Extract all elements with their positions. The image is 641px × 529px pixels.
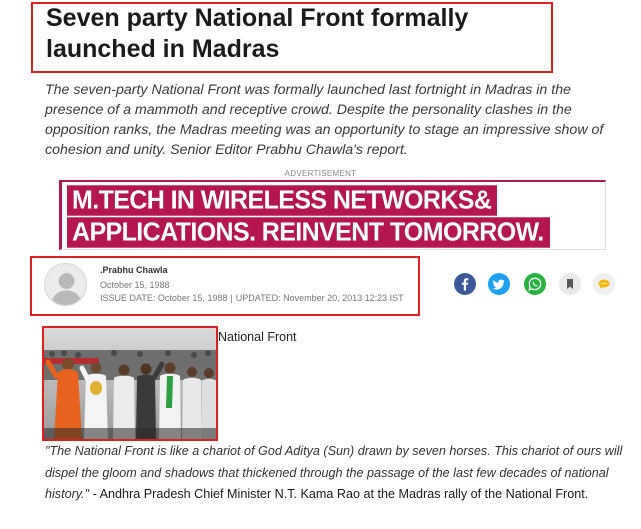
whatsapp-share-button[interactable]	[524, 273, 546, 295]
facebook-share-button[interactable]	[454, 273, 476, 295]
article-quote: "The National Front is like a chariot of…	[45, 441, 633, 506]
updated-date: UPDATED: November 20, 2013 12:23 IST	[235, 293, 404, 303]
twitter-share-button[interactable]	[488, 273, 510, 295]
comment-button[interactable]	[593, 273, 615, 295]
bookmark-button[interactable]	[559, 273, 581, 295]
article-summary: The seven-party National Front was forma…	[45, 82, 604, 158]
ad-line-1: M.TECH IN WIRELESS NETWORKS&	[67, 185, 498, 216]
issue-date: ISSUE DATE: October 15, 1988	[100, 293, 228, 303]
bookmark-icon	[567, 279, 573, 289]
photo-caption: National Front	[218, 330, 297, 344]
comment-icon	[598, 279, 610, 289]
meta-separator: |	[230, 293, 233, 303]
article-photo[interactable]	[42, 326, 218, 441]
ad-line-2: APPLICATIONS. REINVENT TOMORROW.	[67, 217, 550, 248]
rally-photo-image	[44, 328, 216, 439]
author-issue-info: ISSUE DATE: October 15, 1988 | UPDATED: No…	[100, 293, 404, 303]
advertisement-banner[interactable]: M.TECH IN WIRELESS NETWORKS& APPLICATION…	[59, 180, 606, 250]
author-name[interactable]: .Prabhu Chawla	[100, 265, 168, 275]
facebook-icon	[461, 278, 469, 291]
author-date: October 15, 1988	[100, 280, 170, 290]
quote-attribution: - Andhra Pradesh Chief Minister N.T. Kam…	[89, 487, 589, 501]
article-headline: Seven party National Front formally laun…	[46, 4, 469, 63]
whatsapp-icon	[528, 277, 542, 291]
author-avatar	[44, 263, 87, 306]
twitter-icon	[492, 279, 505, 290]
author-highlight	[30, 256, 420, 316]
avatar-placeholder-icon	[51, 273, 82, 305]
advertisement-label: ADVERTISEMENT	[284, 169, 357, 178]
